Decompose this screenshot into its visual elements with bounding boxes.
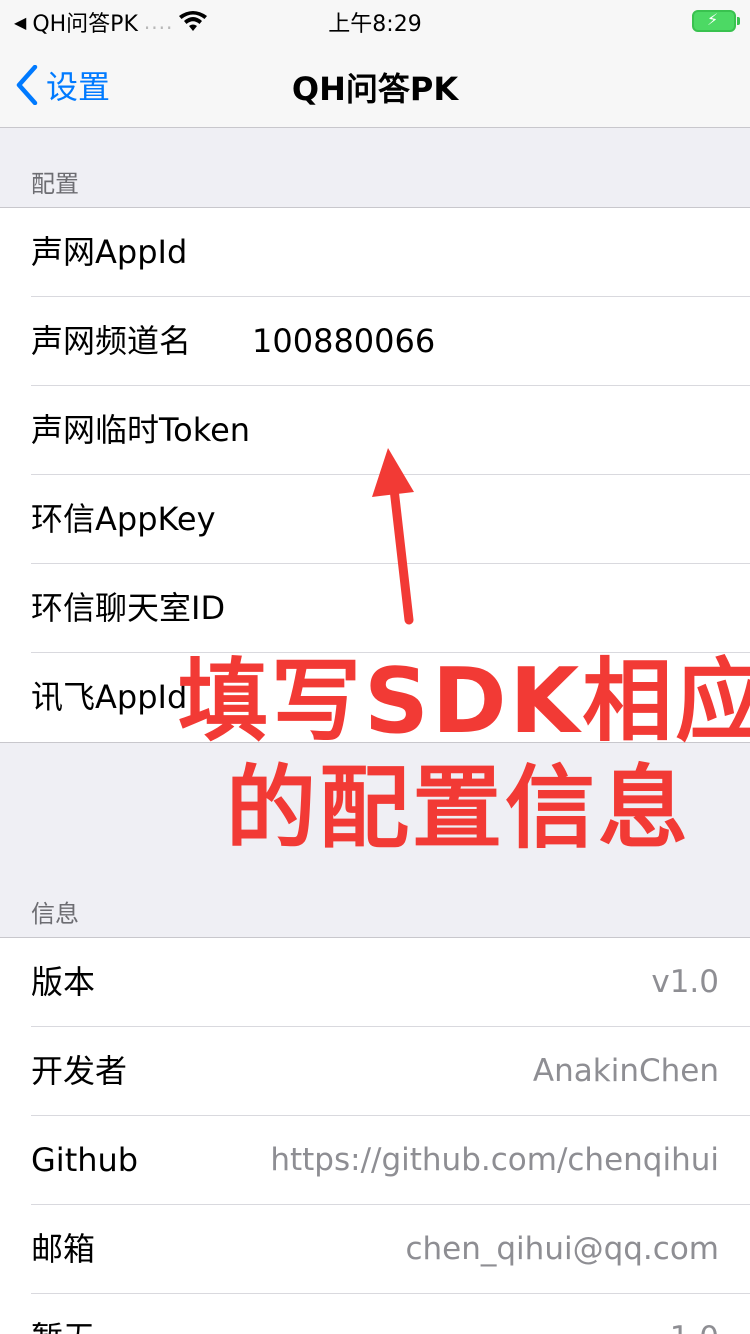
row-label: 声网频道名: [31, 322, 192, 360]
row-label: 开发者: [31, 1052, 128, 1090]
row-label: 声网AppId: [31, 233, 188, 271]
section-header-info: 信息: [31, 900, 79, 928]
config-row-easemob-appkey[interactable]: 环信AppKey: [0, 475, 750, 564]
info-row-github[interactable]: Github https://github.com/chenqihui: [0, 1116, 750, 1205]
navigation-bar: 设置 QH问答PK: [0, 40, 750, 128]
row-label: 讯飞AppId: [31, 678, 188, 716]
info-row-version: 版本 v1.0: [0, 938, 750, 1027]
config-row-agora-appid[interactable]: 声网AppId: [0, 208, 750, 297]
page-title: QH问答PK: [291, 70, 459, 108]
charging-bolt-icon: ⚡: [707, 10, 719, 29]
annotation-line-2: 的配置信息: [226, 756, 691, 861]
config-row-easemob-chatroom[interactable]: 环信聊天室ID: [0, 564, 750, 653]
config-group: 声网AppId 声网频道名 100880066 声网临时Token 环信AppK…: [0, 207, 750, 743]
config-row-agora-channel[interactable]: 声网频道名 100880066: [0, 297, 750, 386]
email-link[interactable]: chen_qihui@qq.com: [405, 1205, 719, 1294]
agora-channel-field[interactable]: 100880066: [252, 297, 435, 386]
row-label: 暂无: [31, 1294, 95, 1334]
status-time: 上午8:29: [328, 12, 422, 37]
extra-value: 1.0: [670, 1294, 719, 1334]
row-label: Github: [31, 1141, 139, 1179]
row-label: 版本: [31, 963, 96, 1001]
version-value: v1.0: [651, 964, 719, 1000]
row-label: 声网临时Token: [31, 411, 251, 449]
info-row-extra: 暂无 1.0: [0, 1294, 750, 1334]
developer-value: AnakinChen: [532, 1053, 719, 1089]
config-row-iflytek-appid[interactable]: 讯飞AppId: [0, 653, 750, 742]
config-row-agora-token[interactable]: 声网临时Token: [0, 386, 750, 475]
row-label: 环信AppKey: [31, 500, 216, 538]
section-header-config: 配置: [31, 170, 79, 198]
info-group: 版本 v1.0 开发者 AnakinChen Github https://gi…: [0, 937, 750, 1334]
battery-icon: ⚡: [692, 10, 740, 32]
status-bar: ◀ QH问答PK .... 上午8:29 ⚡: [0, 0, 750, 40]
row-label: 邮箱: [31, 1230, 96, 1268]
info-row-email[interactable]: 邮箱 chen_qihui@qq.com: [0, 1205, 750, 1294]
info-row-developer: 开发者 AnakinChen: [0, 1027, 750, 1116]
row-label: 环信聊天室ID: [31, 589, 226, 627]
github-link[interactable]: https://github.com/chenqihui: [270, 1116, 719, 1205]
